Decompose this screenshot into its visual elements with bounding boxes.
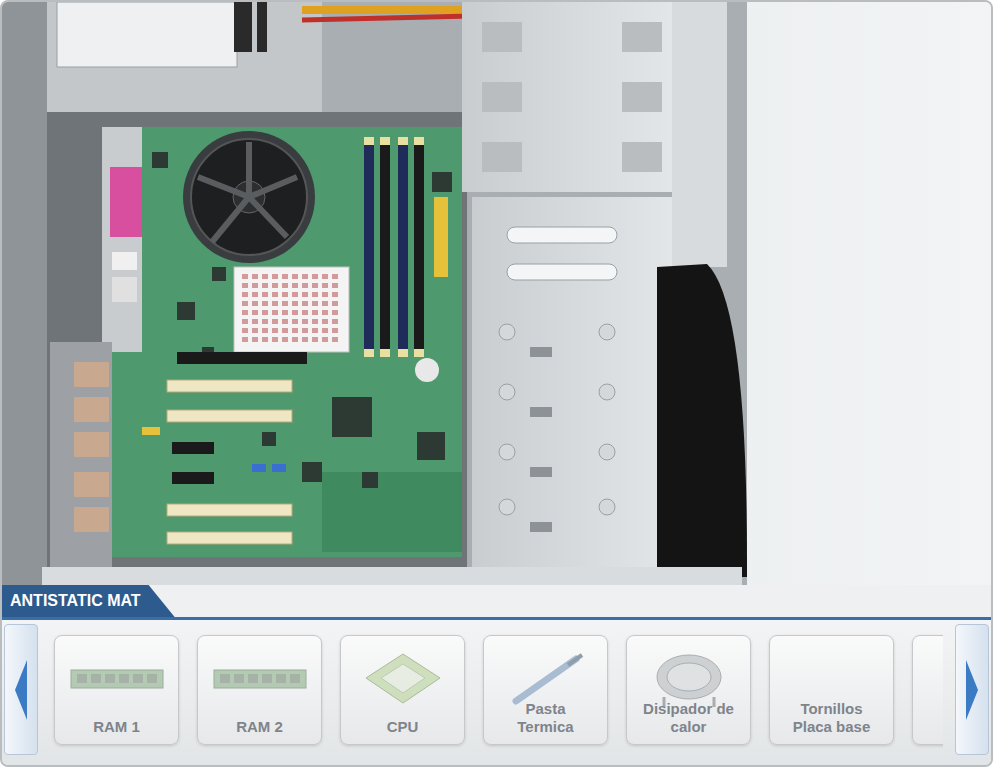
tray-items: RAM 1 RAM 2 CPU Pasta Termica Disipador … xyxy=(50,624,943,755)
power-supply-icon[interactable] xyxy=(47,2,472,112)
scroll-left-button[interactable] xyxy=(4,624,38,755)
ram-icon xyxy=(69,664,165,694)
tray-item[interactable]: RAM 2 xyxy=(197,635,322,745)
motherboard-icon[interactable] xyxy=(112,127,462,557)
io-panel-icon xyxy=(50,127,142,567)
area-label: ANTISTATIC MAT xyxy=(2,585,175,617)
tray-item[interactable]: CPU xyxy=(340,635,465,745)
tray-item[interactable]: Disipador de calor xyxy=(626,635,751,745)
right-arrow-icon xyxy=(965,660,979,720)
workspace xyxy=(2,2,991,585)
tray-item[interactable] xyxy=(912,635,943,745)
left-arrow-icon xyxy=(14,660,28,720)
computer-case-icon[interactable] xyxy=(2,2,991,585)
tray-item[interactable]: Tornillos Placa base xyxy=(769,635,894,745)
tray-item[interactable]: Pasta Termica xyxy=(483,635,608,745)
area-label-bar: ANTISTATIC MAT xyxy=(2,585,991,620)
thermal-paste-icon xyxy=(506,651,586,706)
scroll-right-button[interactable] xyxy=(955,624,989,755)
component-tray: RAM 1 RAM 2 CPU Pasta Termica Disipador … xyxy=(2,620,991,765)
ram-icon xyxy=(212,664,308,694)
tray-item[interactable]: RAM 1 xyxy=(54,635,179,745)
drive-bay-icon xyxy=(462,2,672,567)
front-bezel-icon xyxy=(657,264,747,577)
cpu-icon xyxy=(363,651,443,706)
virtual-lab: ANTISTATIC MAT RAM 1 RAM 2 CPU Pasta Ter… xyxy=(0,0,993,767)
